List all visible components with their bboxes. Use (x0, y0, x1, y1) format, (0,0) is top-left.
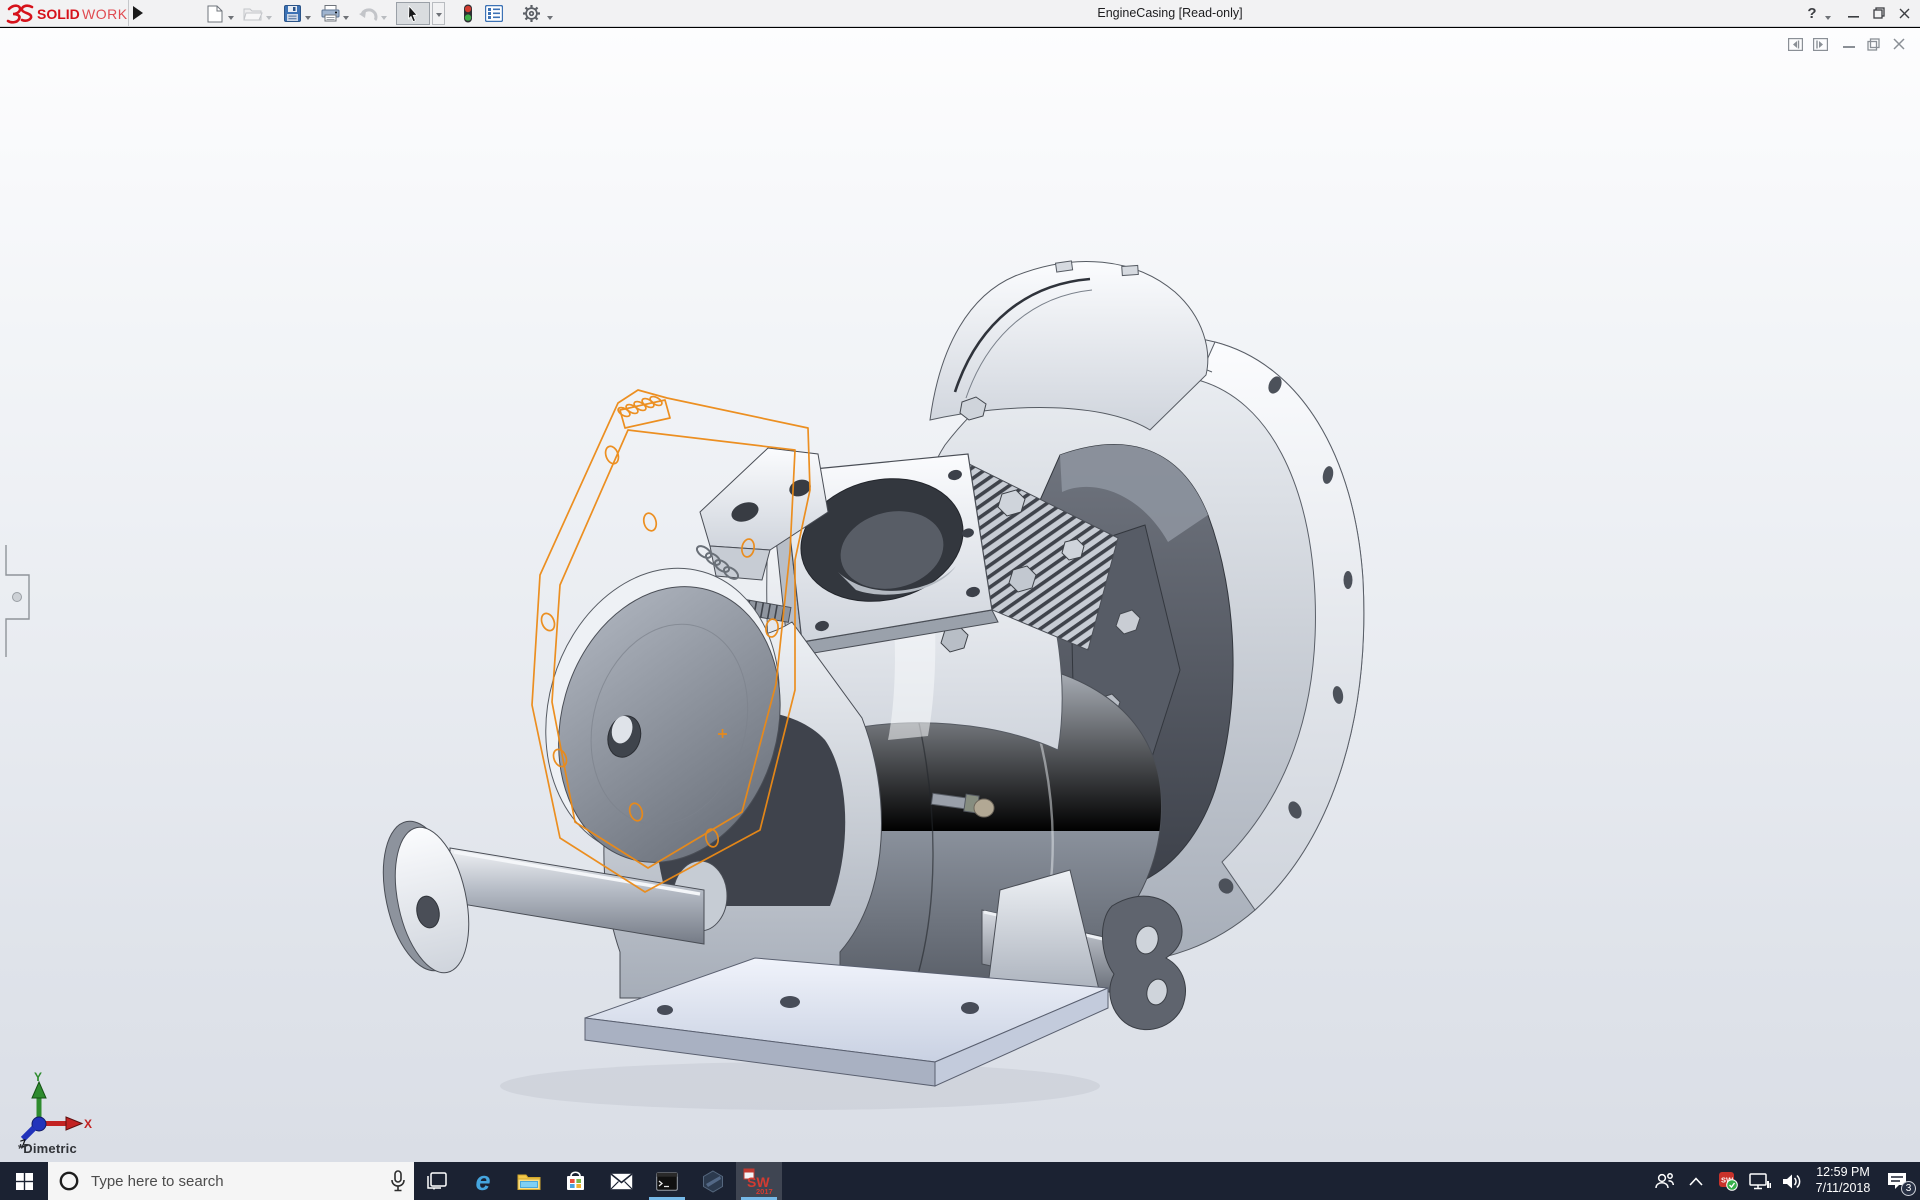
orientation-triad: Y X Z (14, 1070, 94, 1148)
edge-browser-button[interactable]: e (460, 1162, 506, 1200)
action-center-button[interactable]: 3 (1880, 1162, 1914, 1200)
right-rod-flange[interactable] (1102, 896, 1185, 1029)
solidworks-rx-tray-button[interactable]: SW (1714, 1162, 1742, 1200)
mail-button[interactable] (598, 1162, 644, 1200)
solidworks-application-window: SOLID WORKS (0, 0, 1920, 1200)
hexagon-app-button[interactable] (690, 1162, 736, 1200)
minimize-button[interactable] (1843, 4, 1863, 22)
taskbar-search-box[interactable] (48, 1162, 414, 1200)
task-view-button[interactable] (414, 1162, 460, 1200)
svg-text:2017: 2017 (756, 1187, 773, 1195)
undo-dropdown[interactable] (381, 12, 387, 23)
chevron-up-icon (1689, 1177, 1703, 1186)
divider (128, 0, 129, 26)
triad-y-label: Y (34, 1070, 42, 1084)
solidworks-3s-mark-icon: SOLID WORKS (6, 2, 128, 26)
store-icon (565, 1171, 586, 1192)
select-cursor-button[interactable] (396, 2, 430, 25)
engine-casing-3d-model[interactable] (370, 250, 1370, 1130)
open-dropdown[interactable] (266, 12, 272, 23)
command-prompt-icon (656, 1172, 678, 1191)
store-button[interactable] (552, 1162, 598, 1200)
ground-shadow (500, 1062, 1100, 1110)
title-bar: SOLID WORKS (0, 0, 1920, 27)
feature-panel-collapsed-tab[interactable] (0, 545, 36, 657)
select-dropdown[interactable] (432, 2, 445, 25)
print-dropdown[interactable] (343, 12, 349, 23)
network-icon (1749, 1172, 1771, 1190)
settings-dropdown[interactable] (547, 12, 553, 23)
solidworks-app-icon: SW 2017 (743, 1167, 775, 1195)
cover-stud (1122, 265, 1139, 275)
file-explorer-icon (517, 1172, 541, 1191)
properties-panel-icon[interactable] (483, 3, 505, 24)
edge-icon: e (475, 1168, 490, 1195)
document-close-icon[interactable] (1890, 36, 1908, 52)
system-tray: SW 12:59 PM 7/11/2018 (1650, 1162, 1920, 1200)
windows-taskbar: e (0, 1162, 1920, 1200)
menu-expand-arrow[interactable] (133, 6, 150, 20)
cortana-search-icon (58, 1170, 80, 1192)
help-dropdown[interactable] (1825, 12, 1831, 23)
status-lights-icon[interactable] (457, 3, 479, 24)
new-document-icon[interactable] (204, 3, 226, 24)
document-title: EngineCasing [Read-only] (1040, 6, 1300, 20)
dock-pane-right-icon[interactable] (1811, 36, 1829, 52)
select-cursor-icon (405, 5, 421, 23)
document-restore-icon[interactable] (1864, 36, 1882, 52)
hexagon-app-icon (702, 1170, 724, 1193)
left-rod-flange[interactable] (371, 814, 481, 979)
windows-logo-icon (16, 1173, 33, 1190)
start-button[interactable] (0, 1162, 48, 1200)
people-button[interactable] (1650, 1162, 1678, 1200)
open-icon[interactable] (242, 3, 264, 24)
notification-count-badge: 3 (1901, 1181, 1916, 1196)
command-prompt-button[interactable] (644, 1162, 690, 1200)
print-icon[interactable] (319, 3, 341, 24)
solidworks-rx-tray-icon: SW (1718, 1171, 1738, 1191)
graphics-viewport[interactable]: Y X Z *Dimetric (0, 28, 1920, 1162)
wireframe-spring (617, 395, 664, 419)
volume-tray-button[interactable] (1778, 1162, 1806, 1200)
search-input[interactable] (89, 1172, 390, 1191)
triad-x-label: X (84, 1117, 92, 1131)
help-button[interactable]: ? (1803, 4, 1821, 22)
dock-pane-left-icon[interactable] (1786, 36, 1804, 52)
clock-date: 7/11/2018 (1810, 1181, 1876, 1197)
taskbar-clock[interactable]: 12:59 PM 7/11/2018 (1810, 1165, 1876, 1196)
settings-gear-icon[interactable] (520, 3, 542, 24)
network-tray-button[interactable] (1746, 1162, 1774, 1200)
save-dropdown[interactable] (305, 12, 311, 23)
new-document-dropdown[interactable] (228, 12, 234, 23)
tray-overflow-button[interactable] (1682, 1162, 1710, 1200)
svg-text:SOLID: SOLID (37, 6, 80, 22)
cover-stud (1056, 261, 1073, 272)
svg-text:WORKS: WORKS (82, 6, 128, 22)
volume-icon (1782, 1173, 1802, 1190)
clock-time: 12:59 PM (1810, 1165, 1876, 1181)
task-view-icon (427, 1172, 447, 1190)
undo-icon[interactable] (357, 3, 379, 24)
mail-icon (610, 1173, 633, 1190)
solidworks-app-button[interactable]: SW 2017 (736, 1162, 782, 1200)
restore-button[interactable] (1869, 4, 1889, 22)
close-button[interactable] (1894, 4, 1914, 22)
view-orientation-label: *Dimetric (18, 1141, 77, 1156)
document-minimize-icon[interactable] (1840, 36, 1858, 52)
people-icon (1654, 1172, 1674, 1190)
microphone-icon[interactable] (390, 1170, 406, 1192)
solidworks-logo: SOLID WORKS (6, 1, 128, 26)
file-explorer-button[interactable] (506, 1162, 552, 1200)
save-icon[interactable] (281, 3, 303, 24)
